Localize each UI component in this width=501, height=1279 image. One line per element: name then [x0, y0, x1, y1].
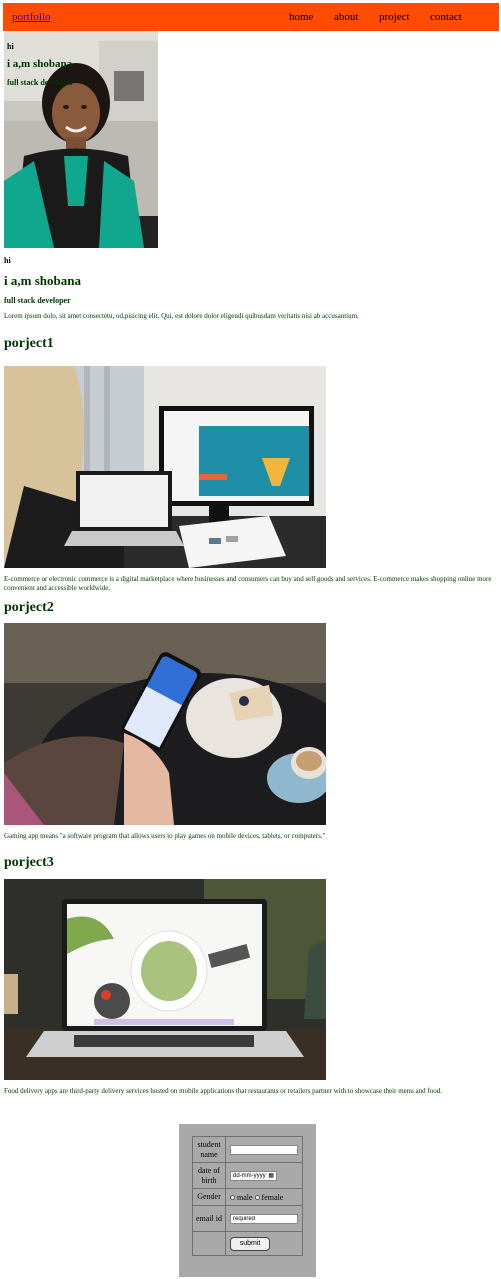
- submit-button[interactable]: submit: [230, 1236, 270, 1251]
- nav-link-home[interactable]: home: [289, 11, 313, 23]
- hero-name: i a,m shobana: [7, 58, 73, 70]
- hero-greeting: hi: [7, 42, 14, 51]
- about-greeting: hi: [4, 256, 11, 265]
- about-text: Lorem ipsum dolo, sit amet consectetu, o…: [4, 312, 359, 320]
- gender-female-radio[interactable]: [254, 1195, 260, 1201]
- hero-role: full stack developer: [7, 78, 74, 87]
- project1-description: E-commerce or electronic commerce is a d…: [4, 575, 492, 592]
- gender-male-radio[interactable]: [230, 1195, 235, 1201]
- student-name-input[interactable]: [230, 1145, 298, 1155]
- project3-image: [4, 879, 326, 1080]
- about-name: i a,m shobana: [4, 273, 81, 288]
- email-label: email id: [192, 1205, 226, 1232]
- project3-description: Food delivery apps are third-party deliv…: [4, 1087, 442, 1095]
- student-form: student name date of birth dd-mm-yyyy ▦ …: [179, 1124, 316, 1277]
- project2-description: Gaming app means "a software program tha…: [4, 832, 326, 840]
- dob-placeholder: dd-mm-yyyy: [233, 1172, 266, 1179]
- nav-link-contact[interactable]: contact: [430, 11, 462, 23]
- dob-label: date of birth: [192, 1162, 226, 1189]
- project1-title: porject1: [4, 336, 54, 351]
- project2-title: porject2: [4, 600, 54, 615]
- nav-link-about[interactable]: about: [334, 11, 358, 23]
- gender-female-label: female: [261, 1192, 284, 1202]
- project3-title: porject3: [4, 855, 54, 870]
- about-role: full stack developer: [4, 296, 71, 305]
- student-name-label: student name: [192, 1136, 226, 1163]
- calendar-icon[interactable]: ▦: [268, 1172, 274, 1179]
- dob-input[interactable]: dd-mm-yyyy ▦: [230, 1170, 277, 1181]
- gender-label: Gender: [192, 1188, 226, 1206]
- project2-image: [4, 623, 326, 825]
- empty-cell: [192, 1231, 226, 1256]
- project1-image: [4, 366, 326, 568]
- email-input[interactable]: [230, 1214, 298, 1224]
- gender-male-label: male: [237, 1192, 253, 1202]
- form-table: student name date of birth dd-mm-yyyy ▦ …: [192, 1136, 303, 1256]
- nav-link-project[interactable]: project: [379, 11, 410, 23]
- brand-link[interactable]: portfolio: [12, 11, 51, 23]
- navbar: portfolio home about project contact: [3, 3, 499, 31]
